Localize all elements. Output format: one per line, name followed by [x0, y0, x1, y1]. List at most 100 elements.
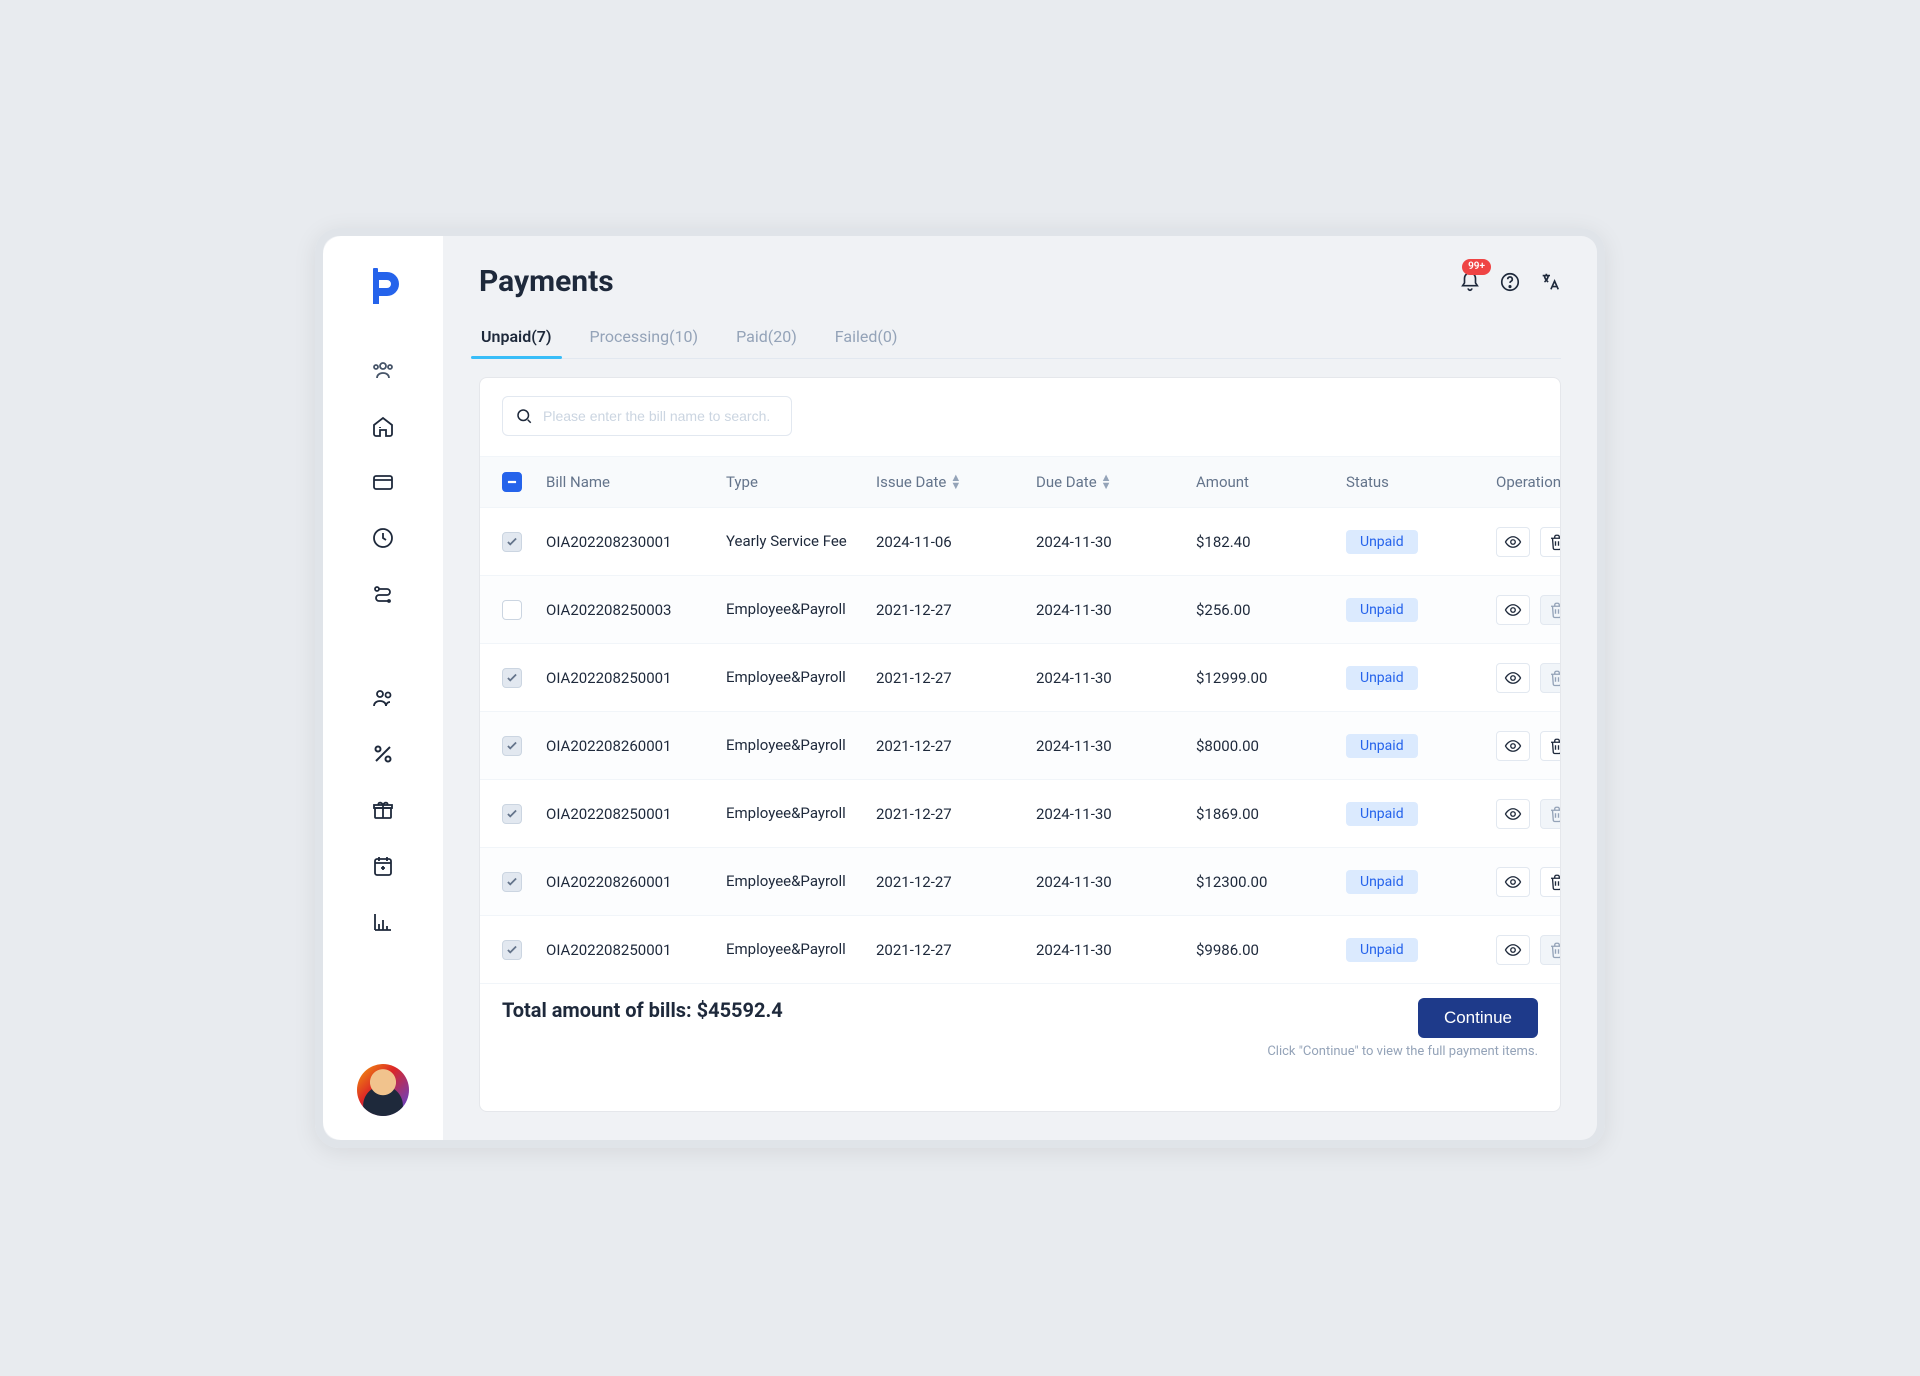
cell-operation	[1496, 867, 1561, 897]
cell-due-date: 2024-11-30	[1036, 873, 1196, 891]
view-button[interactable]	[1496, 663, 1530, 693]
table-row: OIA202208260001Employee&Payroll2021-12-2…	[480, 712, 1560, 780]
nav-route-icon[interactable]	[369, 580, 397, 608]
search-input[interactable]	[543, 408, 779, 424]
cell-operation	[1496, 663, 1561, 693]
avatar[interactable]	[357, 1064, 409, 1116]
col-status: Status	[1346, 473, 1496, 491]
cell-type: Yearly Service Fee	[726, 532, 856, 552]
cell-bill-name: OIA202208250001	[546, 941, 726, 959]
cell-issue-date: 2021-12-27	[876, 873, 1036, 891]
col-issue-date[interactable]: Issue Date ▲▼	[876, 473, 1036, 491]
view-button[interactable]	[1496, 731, 1530, 761]
cell-operation	[1496, 935, 1561, 965]
select-all-checkbox[interactable]	[502, 472, 522, 492]
header-icons: 99+	[1459, 271, 1561, 293]
cell-bill-name: OIA202208230001	[546, 533, 726, 551]
cell-issue-date: 2021-12-27	[876, 669, 1036, 687]
table-row: OIA202208260001Employee&Payroll2021-12-2…	[480, 848, 1560, 916]
nav-clock-icon[interactable]	[369, 524, 397, 552]
continue-hint: Click "Continue" to view the full paymen…	[1267, 1044, 1538, 1059]
row-checkbox[interactable]	[502, 872, 522, 892]
cell-type: Employee&Payroll	[726, 804, 856, 824]
view-button[interactable]	[1496, 799, 1530, 829]
table-body: OIA202208230001Yearly Service Fee 2024-11…	[480, 508, 1560, 984]
cell-due-date: 2024-11-30	[1036, 533, 1196, 551]
search-box[interactable]	[502, 396, 792, 436]
cell-status: Unpaid	[1346, 666, 1496, 690]
cell-operation	[1496, 799, 1561, 829]
col-due-date[interactable]: Due Date ▲▼	[1036, 473, 1196, 491]
table-row: OIA202208250003Employee&Payroll2021-12-2…	[480, 576, 1560, 644]
cell-amount: $182.40	[1196, 533, 1346, 551]
nav-chart-icon[interactable]	[369, 908, 397, 936]
cell-operation	[1496, 527, 1561, 557]
row-checkbox[interactable]	[502, 668, 522, 688]
bell-icon[interactable]: 99+	[1459, 271, 1481, 293]
panel: Bill Name Type Issue Date ▲▼ Due Date ▲▼…	[479, 377, 1561, 1112]
help-icon[interactable]	[1499, 271, 1521, 293]
nav-calendar-icon[interactable]	[369, 852, 397, 880]
cell-status: Unpaid	[1346, 598, 1496, 622]
row-checkbox[interactable]	[502, 804, 522, 824]
cell-operation	[1496, 731, 1561, 761]
cell-issue-date: 2021-12-27	[876, 737, 1036, 755]
search-wrap	[480, 378, 1560, 446]
sort-icon: ▲▼	[950, 474, 961, 490]
row-checkbox[interactable]	[502, 600, 522, 620]
view-button[interactable]	[1496, 595, 1530, 625]
cell-issue-date: 2021-12-27	[876, 805, 1036, 823]
app-frame: Payments 99+ Unpaid(7) Processing(10) Paid…	[315, 228, 1605, 1148]
sidebar	[323, 236, 443, 1140]
delete-button	[1540, 935, 1561, 965]
cell-bill-name: OIA202208250003	[546, 601, 726, 619]
row-checkbox[interactable]	[502, 940, 522, 960]
tab-1[interactable]: Processing(10)	[588, 317, 701, 358]
col-type: Type	[726, 473, 876, 491]
delete-button	[1540, 595, 1561, 625]
cell-issue-date: 2021-12-27	[876, 601, 1036, 619]
cell-type: Employee&Payroll	[726, 668, 856, 688]
cell-type: Employee&Payroll	[726, 872, 856, 892]
translate-icon[interactable]	[1539, 271, 1561, 293]
cell-operation	[1496, 595, 1561, 625]
total-amount: Total amount of bills: $45592.4	[502, 998, 783, 1022]
delete-button[interactable]	[1540, 527, 1561, 557]
view-button[interactable]	[1496, 867, 1530, 897]
table-row: OIA202208230001Yearly Service Fee 2024-11…	[480, 508, 1560, 576]
nav-team-icon[interactable]	[369, 356, 397, 384]
cell-due-date: 2024-11-30	[1036, 941, 1196, 959]
nav-people-icon[interactable]	[369, 684, 397, 712]
nav-home-icon[interactable]	[369, 412, 397, 440]
cell-bill-name: OIA202208250001	[546, 669, 726, 687]
cell-amount: $12300.00	[1196, 873, 1346, 891]
delete-button	[1540, 799, 1561, 829]
tab-0[interactable]: Unpaid(7)	[479, 317, 554, 358]
page-title: Payments	[479, 264, 614, 299]
cell-amount: $8000.00	[1196, 737, 1346, 755]
tab-2[interactable]: Paid(20)	[734, 317, 799, 358]
row-checkbox[interactable]	[502, 736, 522, 756]
nav-card-icon[interactable]	[369, 468, 397, 496]
view-button[interactable]	[1496, 527, 1530, 557]
cell-due-date: 2024-11-30	[1036, 601, 1196, 619]
col-operation: Operation	[1496, 473, 1561, 491]
nav-gift-icon[interactable]	[369, 796, 397, 824]
view-button[interactable]	[1496, 935, 1530, 965]
continue-button[interactable]: Continue	[1418, 998, 1538, 1038]
cell-status: Unpaid	[1346, 530, 1496, 554]
cell-bill-name: OIA202208250001	[546, 805, 726, 823]
sort-icon: ▲▼	[1101, 474, 1112, 490]
nav-items	[369, 356, 397, 1064]
cell-status: Unpaid	[1346, 870, 1496, 894]
delete-button[interactable]	[1540, 867, 1561, 897]
row-checkbox[interactable]	[502, 532, 522, 552]
cell-due-date: 2024-11-30	[1036, 669, 1196, 687]
cell-amount: $1869.00	[1196, 805, 1346, 823]
header: Payments 99+	[479, 264, 1561, 299]
tab-3[interactable]: Failed(0)	[833, 317, 900, 358]
logo	[355, 260, 411, 316]
nav-percent-icon[interactable]	[369, 740, 397, 768]
cell-status: Unpaid	[1346, 734, 1496, 758]
delete-button[interactable]	[1540, 731, 1561, 761]
